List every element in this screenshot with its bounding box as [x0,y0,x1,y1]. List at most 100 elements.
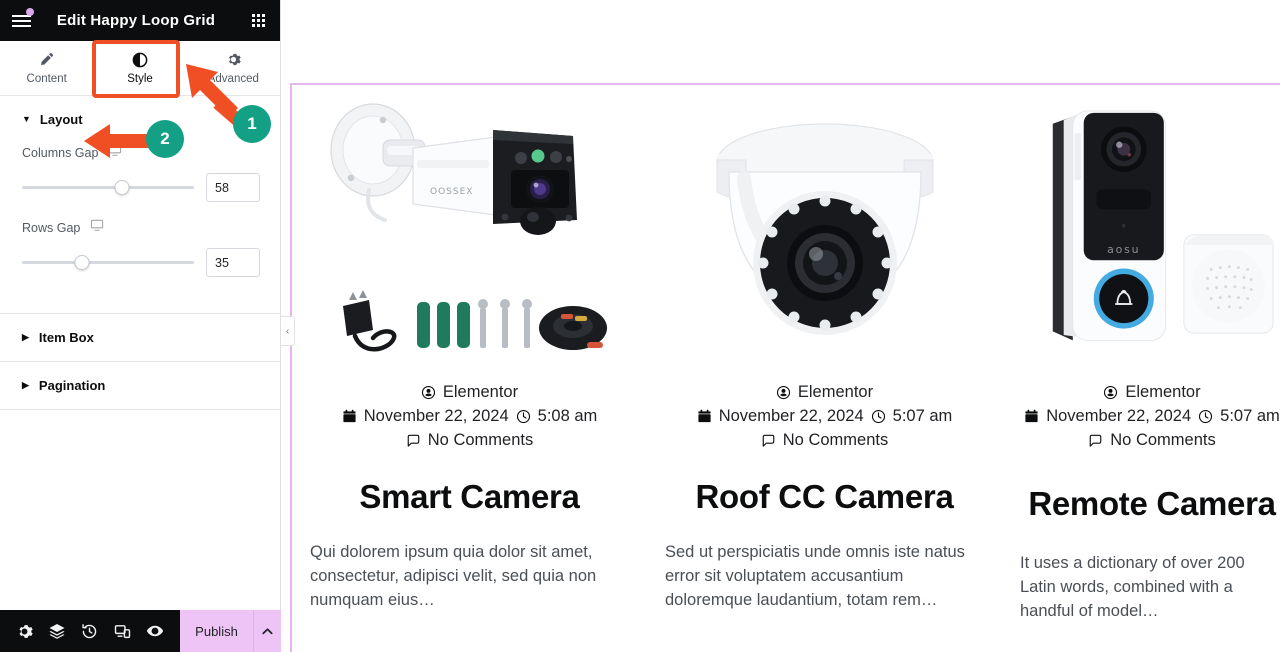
loop-item-card[interactable]: OOSSEX Elementor November 22, 2024 5:08 … [292,85,647,623]
tab-content[interactable]: Content [0,41,93,95]
rows-gap-slider[interactable] [22,255,194,271]
annotation-badge-1: 1 [233,105,271,143]
user-circle-icon [776,385,790,399]
section-pagination-label: Pagination [38,378,106,393]
notification-dot [26,8,34,16]
annotation-badge-2: 2 [146,120,184,158]
loop-item-card[interactable]: Elementor November 22, 2024 5:07 am No C… [647,85,1002,623]
meta-comments-line: No Comments [665,428,984,452]
date-meta: November 22, 2024 [1024,404,1191,428]
clock-icon [516,409,530,423]
post-time: 5:07 am [892,407,953,425]
history-icon[interactable] [81,623,98,640]
slider-track [22,186,194,189]
card-excerpt: It uses a dictionary of over 200 Latin w… [1020,554,1245,620]
card-title[interactable]: Remote Camera [1020,485,1280,523]
time-meta: 5:08 am [516,404,598,428]
publish-button[interactable]: Publish [180,624,253,639]
comments-meta: No Comments [761,428,888,452]
hamburger-icon[interactable] [0,0,42,41]
loop-grid: OOSSEX Elementor November 22, 2024 5:08 … [292,85,1280,623]
chevron-up-icon [262,627,273,634]
author-name: Elementor [1125,383,1201,401]
author-meta: Elementor [776,380,873,404]
product-image-bullet-camera[interactable]: OOSSEX [310,85,629,380]
tab-style[interactable]: Style [93,41,186,95]
post-meta: Elementor November 22, 2024 5:07 am No C… [1020,380,1280,452]
responsive-icon[interactable] [114,623,131,640]
publish-group: Publish [180,610,281,652]
user-circle-icon [1104,385,1118,399]
publish-options-button[interactable] [253,610,281,652]
tab-content-label: Content [26,73,67,85]
eye-icon[interactable] [146,622,164,640]
card-excerpt: Sed ut perspiciatis unde omnis iste natu… [665,543,965,609]
slider-thumb[interactable] [74,255,90,270]
elementor-editor-screen: OOSSEX Elementor November 22, 2024 5:08 … [0,0,1280,652]
card-title[interactable]: Smart Camera [310,478,629,516]
section-item-box-header[interactable]: ▶ Item Box [0,314,280,361]
clock-icon [1199,409,1213,423]
pencil-icon [39,51,54,68]
tab-advanced[interactable]: Advanced [187,41,280,95]
post-date: November 22, 2024 [363,407,509,425]
editor-panel: Edit Happy Loop Grid Content Style Advan… [0,0,281,652]
meta-date-time-line: November 22, 2024 5:07 am [665,404,984,428]
post-meta: Elementor November 22, 2024 5:07 am No C… [665,380,984,452]
meta-date-time-line: November 22, 2024 5:08 am [310,404,629,428]
author-meta: Elementor [421,380,518,404]
panel-collapse-handle[interactable]: ‹ [281,316,295,346]
comments-meta: No Comments [1088,428,1216,452]
chevron-down-icon: ▼ [22,114,31,124]
gear-icon [226,51,241,68]
comments-meta: No Comments [406,428,533,452]
meta-comments-line: No Comments [310,428,629,452]
tab-style-label: Style [127,73,153,85]
contrast-icon [132,51,148,68]
author-name: Elementor [797,383,874,401]
page-title: Edit Happy Loop Grid [56,12,216,29]
svg-text:OOSSEX: OOSSEX [430,187,473,197]
columns-gap-slider[interactable] [22,180,194,196]
desktop-icon[interactable] [108,143,122,162]
chevron-right-icon: ▶ [22,332,29,342]
meta-author-line: Elementor [1020,380,1280,404]
product-image-dome-camera[interactable] [665,85,984,380]
slider-track [22,261,194,264]
panel-tabs: Content Style Advanced [0,41,280,96]
tab-advanced-label: Advanced [207,73,259,85]
chevron-right-icon: ▶ [22,380,29,390]
gear-icon[interactable] [16,623,33,640]
comments-count: No Comments [427,431,534,449]
section-pagination-header[interactable]: ▶ Pagination [0,362,280,409]
desktop-icon[interactable] [90,218,104,237]
editor-canvas: OOSSEX Elementor November 22, 2024 5:08 … [281,0,1280,652]
date-meta: November 22, 2024 [342,404,509,428]
calendar-icon [698,409,711,422]
post-time: 5:08 am [537,407,598,425]
product-image-video-doorbell[interactable]: aosu [1020,85,1280,380]
comment-icon [762,434,775,447]
card-title[interactable]: Roof CC Camera [665,478,984,516]
footer-tools [0,610,180,652]
loop-item-card[interactable]: aosu Elementor November 22, 2024 5:07 am… [1002,85,1280,623]
meta-comments-line: No Comments [1020,428,1280,452]
comment-icon [407,434,420,447]
chevron-left-icon: ‹ [285,325,290,337]
meta-author-line: Elementor [665,380,984,404]
author-name: Elementor [442,383,519,401]
svg-text:aosu: aosu [1107,243,1140,256]
layers-icon[interactable] [48,622,66,640]
calendar-icon [343,409,356,422]
slider-thumb[interactable] [114,180,130,195]
section-divider [0,409,280,410]
panel-header: Edit Happy Loop Grid [0,0,280,41]
columns-gap-input[interactable] [206,173,260,202]
section-layout-label: Layout [39,112,83,127]
post-date: November 22, 2024 [1046,407,1192,425]
comments-count: No Comments [782,431,889,449]
apps-grid-icon[interactable] [236,0,280,41]
control-rows-gap: Rows Gap [0,216,280,291]
columns-gap-label: Columns Gap [22,145,99,160]
rows-gap-input[interactable] [206,248,260,277]
